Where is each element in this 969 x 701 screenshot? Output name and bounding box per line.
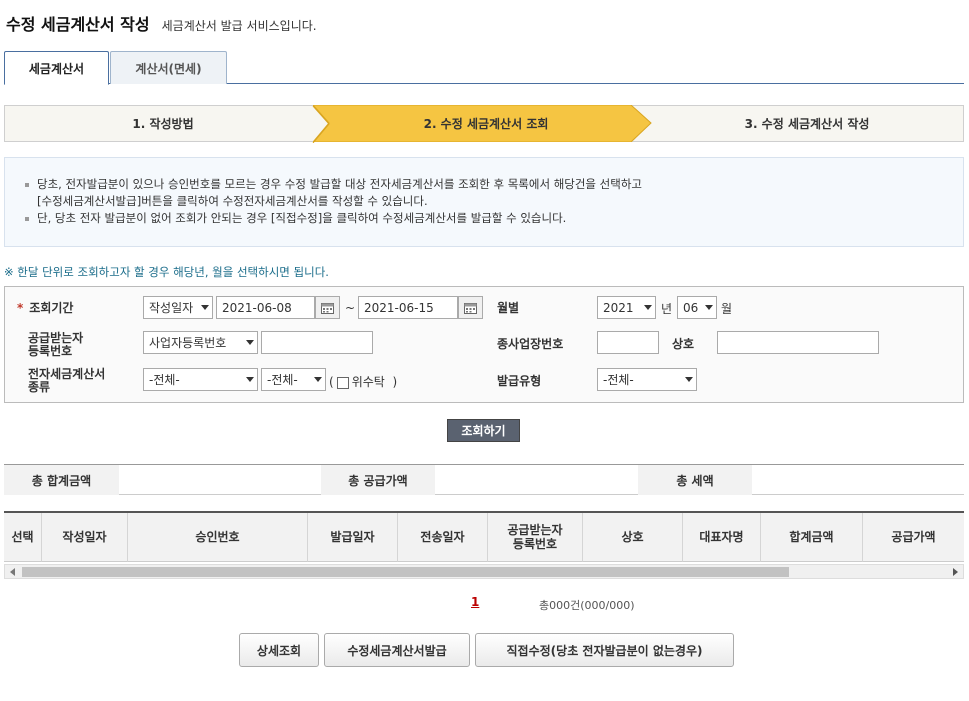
column-header: 선택 (4, 513, 42, 562)
step-1: 1. 작성방법 (132, 117, 194, 131)
issue-revised-invoice-button[interactable]: 수정세금계산서발급 (324, 633, 470, 667)
info-line: 당초, 전자발급분이 있으나 승인번호를 모르는 경우 수정 발급할 대상 전자… (25, 176, 963, 193)
company-label: 상호 (672, 337, 695, 351)
step-2: 2. 수정 세금계산서 조회 (423, 117, 549, 131)
company-input[interactable] (717, 331, 879, 354)
chevron-down-icon (314, 377, 322, 382)
tab-invoice-taxfree[interactable]: 계산서(면세) (110, 51, 227, 84)
total-supply-label: 총 공급가액 (321, 465, 435, 495)
month-unit: 월 (721, 302, 733, 316)
period-label: * 조회기간 (17, 301, 74, 315)
horizontal-scrollbar[interactable] (4, 564, 964, 579)
monthly-label: 월별 (497, 301, 520, 315)
consign-group: (위수탁 ) (329, 375, 398, 389)
recipient-label: 공급받는자 등록번호 (28, 331, 84, 358)
total-amount-label: 총 합계금액 (4, 465, 119, 495)
issue-type-select[interactable]: -전체- (597, 368, 697, 391)
chevron-down-icon (705, 305, 713, 310)
branch-label: 종사업장번호 (497, 337, 564, 351)
column-header: 전송일자 (398, 513, 488, 562)
date-range-separator: ~ (345, 301, 356, 315)
chevron-down-icon (644, 305, 652, 310)
page-heading: 수정 세금계산서 작성 (6, 15, 150, 34)
column-header: 상호 (583, 513, 683, 562)
invoice-grid: 선택 작성일자 승인번호 발급일자 전송일자 공급받는자 등록번호 상호 대표자명… (4, 511, 964, 579)
summary-row: 총 합계금액 총 공급가액 총 세액 (4, 464, 964, 495)
column-header: 공급받는자 등록번호 (488, 513, 583, 562)
period-type-select[interactable]: 작성일자 (143, 296, 213, 319)
step-progress: 1. 작성방법 2. 수정 세금계산서 조회 3. 수정 세금계산서 작성 (4, 105, 964, 143)
column-header: 대표자명 (683, 513, 761, 562)
column-header: 공급가액 (863, 513, 964, 562)
scroll-right-icon[interactable] (953, 568, 958, 576)
year-unit: 년 (661, 302, 673, 316)
column-header: 합계금액 (761, 513, 863, 562)
direct-edit-button[interactable]: 직접수정(당초 전자발급분이 없는경우) (475, 633, 734, 667)
invoice-subkind-select[interactable]: -전체- (261, 368, 326, 391)
recipient-number-input[interactable] (261, 331, 373, 354)
invoice-kind-label: 전자세금계산서 종류 (28, 367, 106, 394)
info-box: 당초, 전자발급분이 있으나 승인번호를 모르는 경우 수정 발급할 대상 전자… (4, 157, 964, 247)
record-count: 총000건(000/000) (539, 599, 635, 612)
monthly-notice: ※ 한달 단위로 조회하고자 할 경우 해당년, 월을 선택하시면 됩니다. (4, 265, 329, 279)
detail-view-button[interactable]: 상세조회 (239, 633, 319, 667)
branch-number-input[interactable] (597, 331, 659, 354)
chevron-down-icon (246, 340, 254, 345)
bullet-icon (25, 216, 29, 221)
bullet-icon (25, 182, 29, 187)
chevron-down-icon (201, 305, 209, 310)
consign-label: 위수탁 (351, 375, 385, 389)
step-3: 3. 수정 세금계산서 작성 (744, 117, 870, 131)
date-from-input[interactable]: 2021-06-08 (216, 296, 315, 319)
calendar-icon[interactable] (315, 296, 340, 319)
year-select[interactable]: 2021 (597, 296, 656, 319)
date-to-input[interactable]: 2021-06-15 (358, 296, 458, 319)
search-button[interactable]: 조회하기 (447, 419, 520, 442)
tab-tax-invoice[interactable]: 세금계산서 (4, 51, 109, 85)
chevron-down-icon (246, 377, 254, 382)
column-header: 승인번호 (128, 513, 308, 562)
total-tax-label: 총 세액 (638, 465, 752, 495)
scroll-left-icon[interactable] (10, 568, 15, 576)
column-header: 작성일자 (42, 513, 128, 562)
issue-type-label: 발급유형 (497, 374, 542, 388)
consign-checkbox[interactable] (336, 376, 349, 389)
info-line: 단, 당초 전자 발급분이 없어 조회가 안되는 경우 [직접수정]을 클릭하여… (25, 210, 963, 227)
month-select[interactable]: 06 (677, 296, 717, 319)
scroll-thumb[interactable] (22, 567, 789, 577)
tab-bar: 세금계산서 계산서(면세) (4, 51, 964, 85)
recipient-type-select[interactable]: 사업자등록번호 (143, 331, 258, 354)
page-link[interactable]: 1 (471, 595, 479, 609)
required-icon: * (17, 301, 24, 315)
page-subtitle: 세금계산서 발급 서비스입니다. (161, 19, 317, 33)
info-line: [수정세금계산서발급]버튼을 클릭하여 수정전자세금계산서를 작성할 수 있습니… (37, 194, 428, 208)
chevron-down-icon (685, 377, 693, 382)
invoice-kind-select[interactable]: -전체- (143, 368, 258, 391)
column-header: 발급일자 (308, 513, 398, 562)
calendar-icon[interactable] (458, 296, 483, 319)
search-form: * 조회기간 작성일자 2021-06-08 ~ 2021-06-15 월별 20… (4, 286, 964, 403)
page-title: 수정 세금계산서 작성 세금계산서 발급 서비스입니다. (6, 11, 317, 35)
